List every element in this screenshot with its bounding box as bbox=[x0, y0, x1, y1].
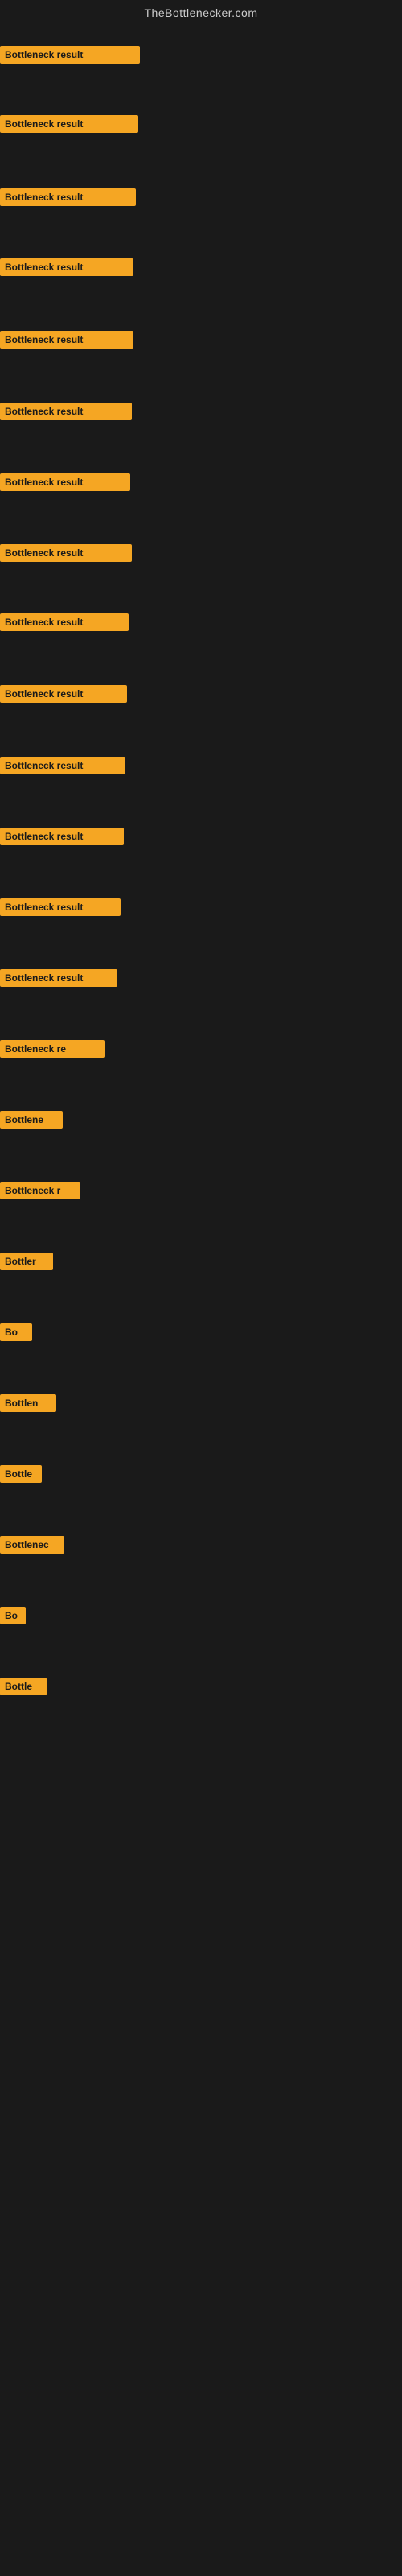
bottleneck-result-item: Bottle bbox=[0, 1678, 47, 1695]
bottleneck-result-item: Bottleneck result bbox=[0, 544, 132, 562]
bottleneck-result-item: Bo bbox=[0, 1607, 26, 1624]
bottleneck-result-item: Bottleneck r bbox=[0, 1182, 80, 1199]
bottleneck-result-item: Bottleneck result bbox=[0, 685, 127, 703]
bottleneck-result-item: Bottleneck result bbox=[0, 402, 132, 420]
bottleneck-result-item: Bottleneck result bbox=[0, 188, 136, 206]
bottleneck-result-item: Bottlene bbox=[0, 1111, 63, 1129]
bottleneck-result-item: Bottleneck result bbox=[0, 969, 117, 987]
bottleneck-result-item: Bottleneck result bbox=[0, 115, 138, 133]
bottleneck-result-item: Bottle bbox=[0, 1465, 42, 1483]
bottleneck-result-item: Bottleneck result bbox=[0, 613, 129, 631]
bottleneck-result-item: Bottleneck result bbox=[0, 258, 133, 276]
bottleneck-result-item: Bottleneck result bbox=[0, 898, 121, 916]
site-title: TheBottlenecker.com bbox=[0, 0, 402, 26]
bottleneck-result-item: Bottleneck result bbox=[0, 828, 124, 845]
bottleneck-result-item: Bottlenec bbox=[0, 1536, 64, 1554]
bottleneck-result-item: Bottleneck result bbox=[0, 46, 140, 64]
bottleneck-result-item: Bottlen bbox=[0, 1394, 56, 1412]
bottleneck-result-item: Bottleneck result bbox=[0, 473, 130, 491]
bottleneck-result-item: Bottleneck re bbox=[0, 1040, 105, 1058]
bottleneck-result-item: Bottler bbox=[0, 1253, 53, 1270]
bottleneck-result-item: Bottleneck result bbox=[0, 331, 133, 349]
bottleneck-result-item: Bo bbox=[0, 1323, 32, 1341]
bottleneck-result-item: Bottleneck result bbox=[0, 757, 125, 774]
